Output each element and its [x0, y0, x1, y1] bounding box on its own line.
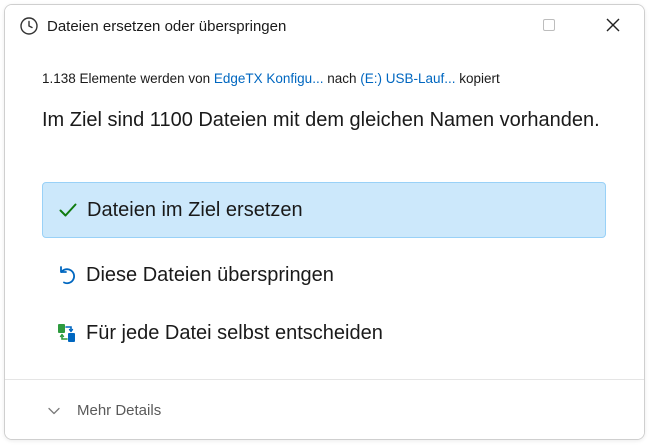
window-title: Dateien ersetzen oder überspringen: [47, 18, 287, 35]
maximize-button[interactable]: [526, 5, 572, 49]
source-link[interactable]: EdgeTX Konfigu...: [214, 71, 324, 86]
close-icon: [605, 17, 621, 38]
conflict-headline: Im Ziel sind 1100 Dateien mit dem gleich…: [42, 109, 600, 131]
option-skip[interactable]: Diese Dateien überspringen: [42, 247, 606, 303]
more-details-toggle[interactable]: Mehr Details: [47, 402, 161, 419]
copy-prefix: 1.138 Elemente werden von: [42, 71, 214, 86]
option-skip-label: Diese Dateien überspringen: [86, 263, 334, 286]
destination-link[interactable]: (E:) USB-Lauf...: [360, 71, 455, 86]
clock-icon: [19, 16, 39, 36]
option-decide[interactable]: Für jede Datei selbst entscheiden: [42, 305, 606, 361]
minimize-button[interactable]: [458, 5, 504, 49]
more-details-label: Mehr Details: [77, 402, 162, 419]
dialog-content: 1.138 Elemente werden von EdgeTX Konfigu…: [5, 49, 644, 379]
minimize-icon: [475, 18, 487, 36]
option-replace-label: Dateien im Ziel ersetzen: [87, 198, 303, 221]
compare-files-icon: [56, 322, 78, 344]
title-bar[interactable]: Dateien ersetzen oder überspringen: [5, 5, 644, 49]
chevron-down-icon: [47, 404, 61, 418]
close-button[interactable]: [590, 5, 636, 49]
copy-suffix: kopiert: [455, 71, 500, 86]
copy-status-line: 1.138 Elemente werden von EdgeTX Konfigu…: [42, 71, 500, 86]
maximize-icon: [542, 18, 556, 37]
checkmark-icon: [57, 199, 79, 221]
dialog-window: Dateien ersetzen oder überspringen 1.138…: [4, 4, 645, 440]
option-decide-label: Für jede Datei selbst entscheiden: [86, 321, 383, 344]
skip-undo-icon: [56, 264, 78, 286]
copy-middle: nach: [323, 71, 361, 86]
option-replace[interactable]: Dateien im Ziel ersetzen: [42, 182, 606, 238]
dialog-footer: Mehr Details: [5, 379, 644, 439]
